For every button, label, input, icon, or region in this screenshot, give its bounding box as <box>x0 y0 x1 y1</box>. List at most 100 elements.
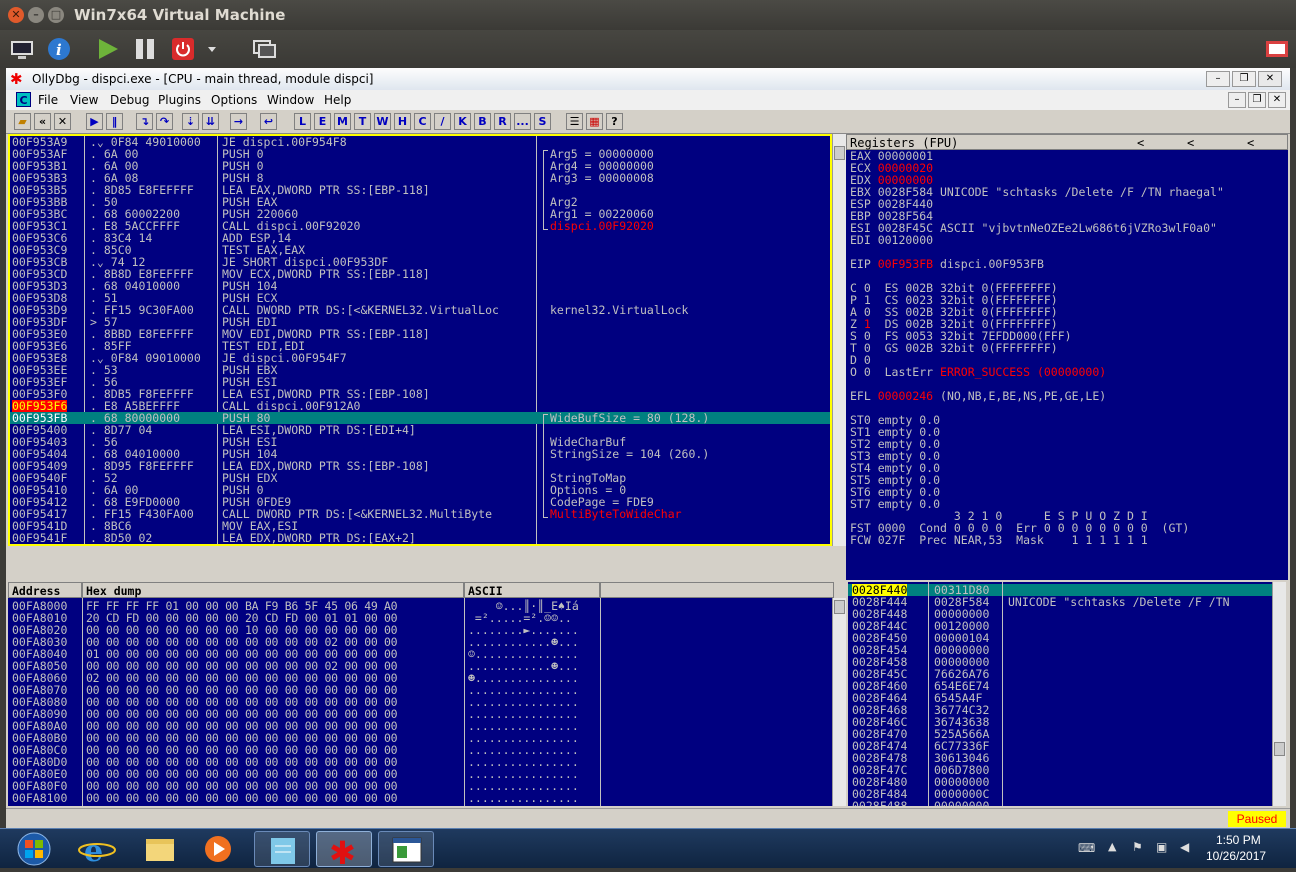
media-player-icon[interactable] <box>192 831 248 867</box>
menu-file[interactable]: File <box>38 93 58 107</box>
stack-row[interactable]: 0028F444 0028F584 UNICODE "schtasks /Delet… <box>848 596 1272 608</box>
run-icon[interactable]: ▶ <box>86 113 103 130</box>
registers-pane[interactable]: EAX 00000001 ECX 00000020 EDX 00000000 EBX … <box>846 150 1288 580</box>
execute-till-return-icon[interactable]: → <box>230 113 247 130</box>
stack-row[interactable]: 0028F458 00000000 <box>848 656 1272 668</box>
hex-dump-pane[interactable]: Address Hex dump ASCII 00FA8000 FF FF FF FF … <box>8 582 834 806</box>
nav-arrow-icon[interactable]: < <box>1137 135 1144 151</box>
letter-button-T[interactable]: T <box>354 113 371 130</box>
trace-over-icon[interactable]: ⇊ <box>202 113 219 130</box>
stack-row[interactable]: 0028F478 30613046 <box>848 752 1272 764</box>
rewind-icon[interactable]: « <box>34 113 51 130</box>
stack-row[interactable]: 0028F46C 36743638 <box>848 716 1272 728</box>
trace-into-icon[interactable]: ⇣ <box>182 113 199 130</box>
stack-row[interactable]: 0028F448 00000000 <box>848 608 1272 620</box>
registers-header[interactable]: Registers (FPU) < < < <box>846 134 1288 150</box>
menu-debug[interactable]: Debug <box>110 93 149 107</box>
open-icon[interactable]: ▰ <box>14 113 31 130</box>
scroll-thumb[interactable] <box>834 146 845 160</box>
scroll-thumb[interactable] <box>834 600 845 614</box>
stack-row[interactable]: 0028F480 00000000 <box>848 776 1272 788</box>
scroll-thumb[interactable] <box>1274 742 1285 756</box>
keyboard-icon[interactable]: ⌨ <box>1078 841 1095 855</box>
letter-button-K[interactable]: K <box>454 113 471 130</box>
stack-row[interactable]: 0028F460 654E6E74 <box>848 680 1272 692</box>
window-taskbar-icon[interactable] <box>378 831 434 867</box>
letter-button-M[interactable]: M <box>334 113 351 130</box>
disassembly-pane[interactable]: 00F953A9 .⌄ 0F84 49010000 JE dispci.00F954… <box>8 134 832 546</box>
snapshot-icon[interactable] <box>248 35 280 63</box>
stack-row[interactable]: 0028F488 00000000 <box>848 800 1272 806</box>
window-minimize-button[interactable]: – <box>1206 71 1230 87</box>
disasm-row[interactable]: 00F953B5. 8D85 E8FEFFFF LEA EAX,DWORD PTR… <box>10 184 830 196</box>
letter-button-C[interactable]: C <box>414 113 431 130</box>
step-into-icon[interactable]: ↴ <box>136 113 153 130</box>
letter-button-E[interactable]: E <box>314 113 331 130</box>
disasm-row[interactable]: 00F95417. FF15 F430FA00 CALL DWORD PTR DS… <box>10 508 830 520</box>
window-close-button[interactable]: ✕ <box>1258 71 1282 87</box>
letter-button-L[interactable]: L <box>294 113 311 130</box>
dump-scrollbar[interactable] <box>832 598 846 806</box>
disasm-row[interactable]: 00F95400. 8D77 04 LEA ESI,DWORD PTR DS:[E… <box>10 424 830 436</box>
dump-row[interactable]: 00FA8100 00 00 00 00 00 00 00 00 00 00 00… <box>8 792 600 804</box>
disasm-row[interactable]: 00F9541F . 8D50 02 LEA EDX,DWORD PTR DS:[E… <box>10 532 830 544</box>
appearance-icon[interactable]: ▦ <box>586 113 603 130</box>
disasm-row[interactable]: 00F953E0. 8BBD E8FEFFFF MOV EDI,DWORD PTR… <box>10 328 830 340</box>
letter-button-S[interactable]: S <box>534 113 551 130</box>
stack-row[interactable]: 0028F44C 00120000 <box>848 620 1272 632</box>
close-file-icon[interactable]: ✕ <box>54 113 71 130</box>
disasm-row[interactable]: 00F953D9. FF15 9C30FA00 CALL DWORD PTR DS… <box>10 304 830 316</box>
go-to-icon[interactable]: ↩ <box>260 113 277 130</box>
disasm-row[interactable]: 00F953C6. 83C4 14 ADD ESP,14 <box>10 232 830 244</box>
mdi-close-button[interactable]: ✕ <box>1268 92 1286 108</box>
menu-options[interactable]: Options <box>211 93 257 107</box>
pause-debug-icon[interactable]: ‖ <box>106 113 123 130</box>
stack-row[interactable]: 0028F45C 76626A76 <box>848 668 1272 680</box>
dump-header-ascii[interactable]: ASCII <box>464 582 600 598</box>
cpu-window-icon[interactable]: C <box>16 92 31 107</box>
tray-chevron-icon[interactable]: ▲ <box>1108 840 1116 853</box>
letter-button-R[interactable]: R <box>494 113 511 130</box>
clock-date[interactable]: 10/26/2017 <box>1206 849 1266 863</box>
menu-help[interactable]: Help <box>324 93 351 107</box>
maximize-icon[interactable]: □ <box>48 7 64 23</box>
letter-button-W[interactable]: W <box>374 113 391 130</box>
display-icon[interactable] <box>6 35 38 63</box>
step-over-icon[interactable]: ↷ <box>156 113 173 130</box>
letter-button-dots[interactable]: ... <box>514 113 531 130</box>
stack-row[interactable]: 0028F474 6C77336F <box>848 740 1272 752</box>
disasm-row[interactable]: 00F953E8 .⌄ 0F84 09010000 JE dispci.00F954… <box>10 352 830 364</box>
letter-button-slash[interactable]: / <box>434 113 451 130</box>
notepad-taskbar-icon[interactable] <box>254 831 310 867</box>
volume-icon[interactable]: ◀ <box>1180 840 1189 854</box>
stack-row[interactable]: 0028F454 00000000 <box>848 644 1272 656</box>
letter-button-H[interactable]: H <box>394 113 411 130</box>
disasm-row[interactable]: 00F953D3. 68 04010000 PUSH 104 <box>10 280 830 292</box>
stack-row[interactable]: 0028F464 6545A4F <box>848 692 1272 704</box>
stack-row[interactable]: 0028F450 00000104 <box>848 632 1272 644</box>
help-icon[interactable]: ? <box>606 113 623 130</box>
menu-window[interactable]: Window <box>267 93 314 107</box>
file-explorer-icon[interactable] <box>132 831 188 867</box>
dump-header-hex[interactable]: Hex dump <box>82 582 464 598</box>
clock-time[interactable]: 1:50 PM <box>1216 833 1261 847</box>
list-icon[interactable]: ☰ <box>566 113 583 130</box>
network-icon[interactable]: ▣ <box>1156 840 1167 854</box>
nav-arrow-icon[interactable]: < <box>1247 135 1254 151</box>
play-icon[interactable] <box>92 35 124 63</box>
stack-scrollbar[interactable] <box>1272 582 1286 806</box>
stack-row[interactable]: 0028F468 36774C32 <box>848 704 1272 716</box>
power-icon[interactable] <box>168 35 200 63</box>
nav-arrow-icon[interactable]: < <box>1187 135 1194 151</box>
pause-icon[interactable] <box>130 35 162 63</box>
window-restore-button[interactable]: ❐ <box>1232 71 1256 87</box>
power-dropdown-icon[interactable] <box>204 35 220 63</box>
stack-row[interactable]: 0028F47C 006D7800 <box>848 764 1272 776</box>
fullscreen-icon[interactable] <box>1262 35 1294 63</box>
stack-row[interactable]: 0028F484 0000000C <box>848 788 1272 800</box>
stack-pane[interactable]: 0028F440 00311D80 0028F444 0028F584 UNICODE … <box>848 582 1272 806</box>
letter-button-B[interactable]: B <box>474 113 491 130</box>
disassembly-scrollbar[interactable] <box>832 134 846 546</box>
mdi-minimize-button[interactable]: – <box>1228 92 1246 108</box>
disasm-row[interactable]: 00F95409. 8D95 F8FEFFFF LEA EDX,DWORD PTR… <box>10 460 830 472</box>
